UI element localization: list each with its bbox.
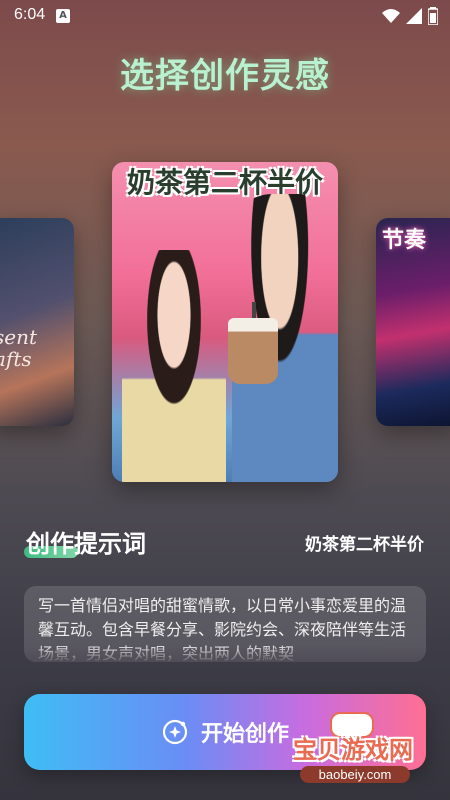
inspiration-card-selected[interactable]: 奶茶第二杯半价 <box>112 162 338 482</box>
watermark: 宝贝游戏网 baobeiy.com <box>278 712 438 792</box>
app-notification-icon: A <box>56 9 70 23</box>
prompt-fade <box>24 644 426 662</box>
poster-milk-tea-cup <box>228 318 278 384</box>
prompt-textbox[interactable]: 写一首情侣对唱的甜蜜情歌，以日常小事恋爱里的温馨互动。包含早餐分享、影院约会、深… <box>24 586 426 662</box>
sparkle-icon <box>162 719 188 745</box>
watermark-text-en: baobeiy.com <box>300 766 410 783</box>
signal-icon <box>406 8 422 24</box>
prompt-label: 创作提示词 <box>26 530 146 558</box>
inspiration-card-prev[interactable]: sent afts <box>0 218 74 426</box>
status-bar: 6:04 A <box>0 0 450 32</box>
wifi-icon <box>382 9 400 23</box>
watermark-text-cn: 宝贝游戏网 <box>293 736 413 764</box>
status-time: 6:04 <box>14 6 46 23</box>
prompt-theme: 奶茶第二杯半价 <box>305 535 424 555</box>
start-button-label: 开始创作 <box>200 722 289 747</box>
status-icons <box>382 7 438 25</box>
page-title: 选择创作灵感 <box>120 56 330 96</box>
inspiration-card-next[interactable]: 节奏 <box>376 218 450 426</box>
battery-icon <box>428 7 438 25</box>
poster-girl-figure <box>122 250 226 482</box>
card-right-text: 节奏 <box>382 228 427 253</box>
card-left-text: sent afts <box>0 325 38 371</box>
